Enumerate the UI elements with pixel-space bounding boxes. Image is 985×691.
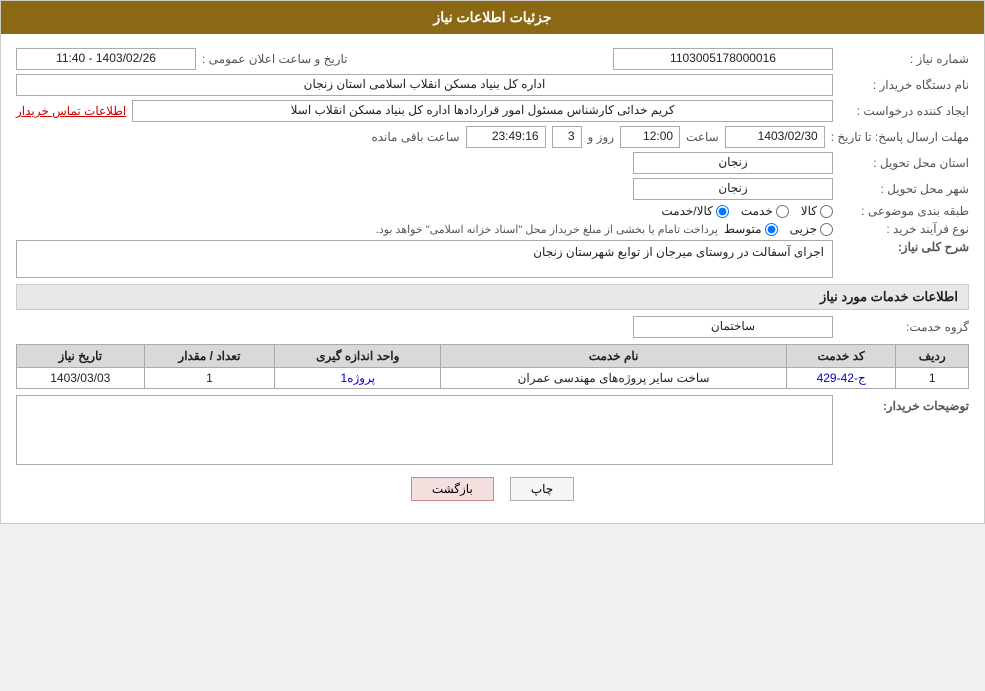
ijadKonande-value: کریم خدائی کارشناس مسئول امور قراردادها … bbox=[132, 100, 833, 122]
contact-link[interactable]: اطلاعات تماس خریدار bbox=[16, 104, 126, 118]
services-table: ردیف کد خدمت نام خدمت واحد اندازه گیری ت… bbox=[16, 344, 969, 389]
ostan-label: استان محل تحویل : bbox=[839, 156, 969, 170]
row-novFarayand: نوع فرآیند خرید : متوسط جزیی پرداخت تاما… bbox=[16, 222, 969, 236]
novFarayand-label: نوع فرآیند خرید : bbox=[839, 222, 969, 236]
tarikh-label: تاریخ و ساعت اعلان عمومی : bbox=[202, 52, 348, 66]
radio-kala-label: کالا bbox=[801, 204, 817, 218]
mohlat-date: 1403/02/30 bbox=[725, 126, 825, 148]
row-ostan: استان محل تحویل : زنجان bbox=[16, 152, 969, 174]
page-title: جزئیات اطلاعات نیاز bbox=[433, 9, 551, 25]
mohlat-roz: 3 bbox=[552, 126, 582, 148]
radio-mottavasset[interactable]: متوسط bbox=[724, 222, 778, 236]
cell-unit: پروژه1 bbox=[275, 368, 441, 389]
row-shomareNiaz: شماره نیاز : 1103005178000016 تاریخ و سا… bbox=[16, 48, 969, 70]
tabaghebandi-radio-group: کالا/خدمت خدمت کالا bbox=[661, 204, 833, 218]
row-tabaghebandi: طبقه بندی موضوعی : کالا/خدمت خدمت کالا bbox=[16, 204, 969, 218]
row-mohlat: مهلت ارسال پاسخ: تا تاریخ : 1403/02/30 س… bbox=[16, 126, 969, 148]
radio-kala-khedmat[interactable]: کالا/خدمت bbox=[661, 204, 728, 218]
shomareNiaz-value: 1103005178000016 bbox=[613, 48, 833, 70]
radio-jozi-input[interactable] bbox=[820, 223, 833, 236]
content-area: شماره نیاز : 1103005178000016 تاریخ و سا… bbox=[1, 34, 984, 523]
radio-jozi-label: جزیی bbox=[790, 222, 817, 236]
page-header: جزئیات اطلاعات نیاز bbox=[1, 1, 984, 34]
ijadKonande-label: ایجاد کننده درخواست : bbox=[839, 104, 969, 118]
tozihat-label: توضیحات خریدار: bbox=[839, 395, 969, 413]
radio-mottavasset-label: متوسط bbox=[724, 222, 762, 236]
groupKhedmat-value: ساختمان bbox=[633, 316, 833, 338]
mohlat-mande: 23:49:16 bbox=[466, 126, 546, 148]
cell-tarikh: 1403/03/03 bbox=[17, 368, 145, 389]
shahr-value: زنجان bbox=[633, 178, 833, 200]
col-unit: واحد اندازه گیری bbox=[275, 345, 441, 368]
mohlat-mande-label: ساعت باقی مانده bbox=[371, 130, 459, 144]
namDasgah-label: نام دستگاه خریدار : bbox=[839, 78, 969, 92]
back-button[interactable]: بازگشت bbox=[411, 477, 494, 501]
btn-row: چاپ بازگشت bbox=[16, 477, 969, 501]
cell-radif: 1 bbox=[896, 368, 969, 389]
row-tozihat: توضیحات خریدار: bbox=[16, 395, 969, 465]
table-row: 1ج-42-429ساخت سایر پروژه‌های مهندسی عمرا… bbox=[17, 368, 969, 389]
print-button[interactable]: چاپ bbox=[510, 477, 574, 501]
cell-name: ساخت سایر پروژه‌های مهندسی عمران bbox=[441, 368, 787, 389]
row-groupKhedmat: گروه خدمت: ساختمان bbox=[16, 316, 969, 338]
radio-khedmat[interactable]: خدمت bbox=[741, 204, 789, 218]
novFarayand-radio-group: متوسط جزیی bbox=[724, 222, 833, 236]
shomareNiaz-label: شماره نیاز : bbox=[839, 52, 969, 66]
mohlat-saat-label: ساعت bbox=[686, 130, 719, 144]
tozihat-textarea[interactable] bbox=[16, 395, 833, 465]
shahr-label: شهر محل تحویل : bbox=[839, 182, 969, 196]
ostan-value: زنجان bbox=[633, 152, 833, 174]
radio-mottavasset-input[interactable] bbox=[765, 223, 778, 236]
mohlat-label: مهلت ارسال پاسخ: تا تاریخ : bbox=[831, 130, 969, 144]
col-tarikh: تاریخ نیاز bbox=[17, 345, 145, 368]
col-radif: ردیف bbox=[896, 345, 969, 368]
radio-kala-input[interactable] bbox=[820, 205, 833, 218]
col-kod: کد خدمت bbox=[786, 345, 895, 368]
page-wrapper: جزئیات اطلاعات نیاز شماره نیاز : 1103005… bbox=[0, 0, 985, 524]
groupKhedmat-label: گروه خدمت: bbox=[839, 320, 969, 334]
cell-kod: ج-42-429 bbox=[786, 368, 895, 389]
mohlat-saat: 12:00 bbox=[620, 126, 680, 148]
row-shahr: شهر محل تحویل : زنجان bbox=[16, 178, 969, 200]
col-name: نام خدمت bbox=[441, 345, 787, 368]
radio-kala-khedmat-input[interactable] bbox=[716, 205, 729, 218]
radio-khedmat-label: خدمت bbox=[741, 204, 773, 218]
sharhKoli-value: اجرای آسفالت در روستای میرجان از توابع ش… bbox=[16, 240, 833, 278]
namDasgah-value: اداره کل بنیاد مسکن انقلاب اسلامی استان … bbox=[16, 74, 833, 96]
cell-tedad: 1 bbox=[144, 368, 275, 389]
khadamat-section-title: اطلاعات خدمات مورد نیاز bbox=[16, 284, 969, 310]
col-tedad: تعداد / مقدار bbox=[144, 345, 275, 368]
tarikh-value: 1403/02/26 - 11:40 bbox=[16, 48, 196, 70]
sharhKoli-label: شرح کلی نیاز: bbox=[839, 240, 969, 254]
row-ijadKonande: ایجاد کننده درخواست : کریم خدائی کارشناس… bbox=[16, 100, 969, 122]
radio-khedmat-input[interactable] bbox=[776, 205, 789, 218]
tabaghebandi-label: طبقه بندی موضوعی : bbox=[839, 204, 969, 218]
novFarayand-desc: پرداخت تامام یا بخشی از مبلغ خریداز محل … bbox=[16, 223, 718, 236]
row-sharhKoli: شرح کلی نیاز: اجرای آسفالت در روستای میر… bbox=[16, 240, 969, 278]
radio-jozi[interactable]: جزیی bbox=[790, 222, 833, 236]
mohlat-roz-label: روز و bbox=[588, 130, 615, 144]
radio-kala-khedmat-label: کالا/خدمت bbox=[661, 204, 712, 218]
radio-kala[interactable]: کالا bbox=[801, 204, 833, 218]
row-namDasgah: نام دستگاه خریدار : اداره کل بنیاد مسکن … bbox=[16, 74, 969, 96]
